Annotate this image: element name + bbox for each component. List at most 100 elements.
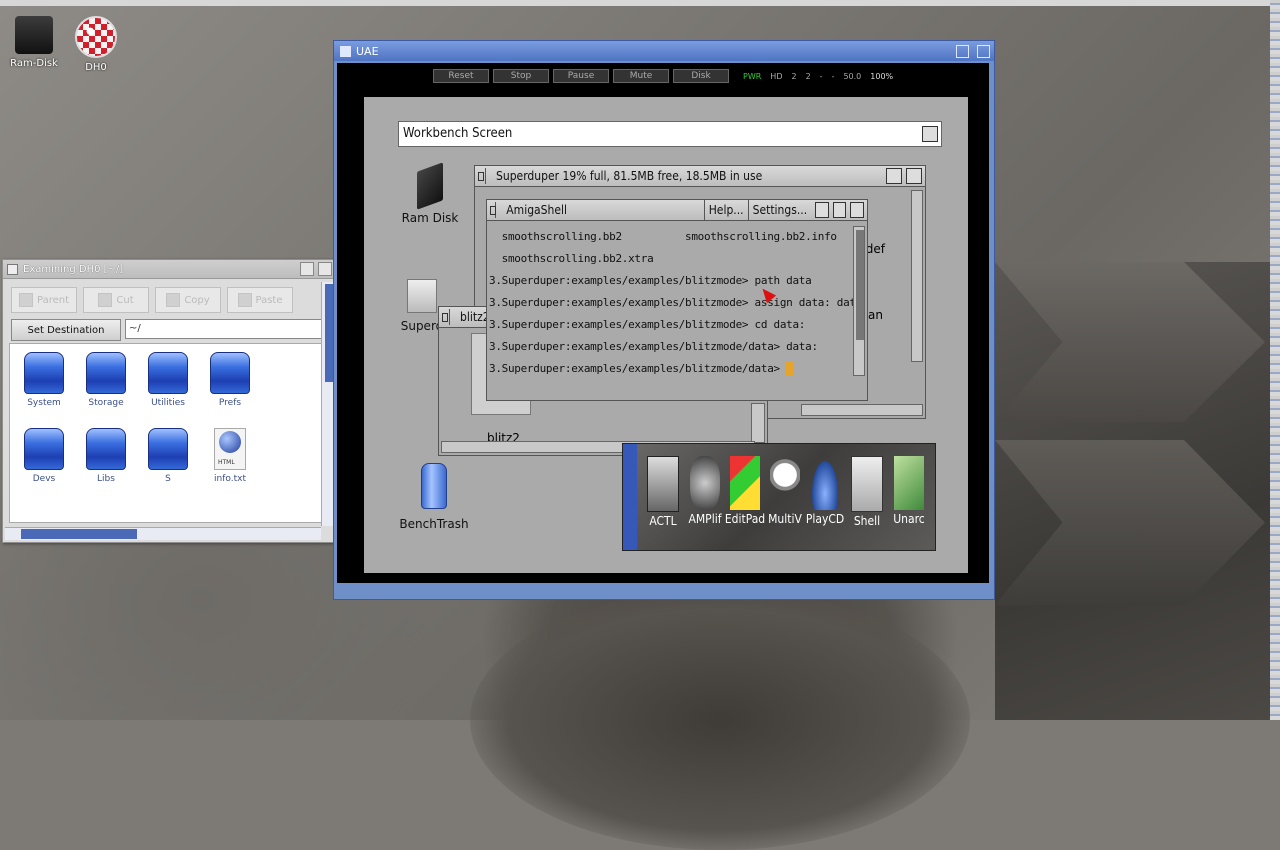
status-drive: 2	[791, 71, 797, 81]
close-icon[interactable]	[7, 263, 18, 275]
emulator-control-bar: Reset Stop Pause Mute Disk PWR HD 2 2 - …	[337, 63, 989, 89]
paste-button[interactable]: Paste	[227, 287, 293, 313]
icon-label[interactable]: an	[868, 308, 883, 322]
depth-icon[interactable]	[318, 262, 332, 276]
dock-item-shell[interactable]: Shell	[845, 456, 889, 528]
dock-item-amplifier[interactable]: AMPlif	[683, 456, 727, 526]
depth-icon[interactable]	[922, 126, 938, 142]
depth-icon[interactable]	[977, 44, 990, 58]
dock-item-editpad[interactable]: EditPad	[723, 456, 767, 526]
copy-button[interactable]: Copy	[155, 287, 221, 313]
depth-icon[interactable]	[850, 202, 864, 218]
dock-item-unarc[interactable]: Unarc	[887, 456, 931, 526]
file-item-system[interactable]: System	[18, 352, 70, 408]
shell-prompt-line: 3.Superduper:examples/examples/blitzmode…	[489, 358, 849, 380]
uae-title: UAE	[356, 44, 379, 58]
trash-icon	[421, 463, 447, 509]
depth-icon[interactable]	[906, 168, 922, 184]
emulator-status: PWR HD 2 2 - - 50.0 100%	[743, 72, 893, 81]
cd-icon	[810, 456, 840, 510]
wb-icon-label: Ram Disk	[401, 211, 459, 225]
parent-icon	[18, 293, 33, 307]
zoom-icon[interactable]	[956, 44, 969, 58]
drawer-icon	[24, 428, 64, 470]
vertical-scroll-thumb[interactable]	[856, 230, 864, 340]
close-icon[interactable]	[340, 45, 351, 57]
workbench-title-bar[interactable]: Workbench Screen	[398, 121, 942, 147]
mute-button[interactable]: Mute	[613, 69, 669, 83]
dock-handle[interactable]	[623, 444, 637, 550]
window-title: Superduper 19% full, 81.5MB free, 18.5MB…	[496, 169, 763, 183]
pause-button[interactable]: Pause	[553, 69, 609, 83]
text-cursor	[786, 362, 794, 376]
dock-item-actl[interactable]: ACTL	[641, 456, 685, 528]
disk-button[interactable]: Disk	[673, 69, 729, 83]
file-label: Storage	[88, 398, 124, 408]
pencil-icon	[730, 456, 760, 510]
file-item-s[interactable]: S	[142, 428, 194, 484]
paste-icon	[237, 293, 252, 307]
close-icon[interactable]	[439, 309, 450, 325]
dock-item-multiview[interactable]: MultiV	[763, 456, 807, 526]
drawer-icon	[210, 352, 250, 394]
help-menu[interactable]: Help...	[703, 200, 748, 220]
uae-window: UAE Reset Stop Pause Mute Disk PWR HD 2 …	[333, 40, 995, 600]
button-label: Paste	[255, 294, 283, 306]
stop-button[interactable]: Stop	[493, 69, 549, 83]
iconify-icon[interactable]	[815, 202, 829, 218]
dock-item-playcd[interactable]: PlayCD	[803, 456, 847, 526]
file-item-storage[interactable]: Storage	[80, 352, 132, 408]
file-item-devs[interactable]: Devs	[18, 428, 70, 484]
archive-icon	[894, 456, 924, 510]
file-toolbar: Parent Cut Copy Paste	[3, 279, 335, 313]
shell-output[interactable]: smoothscrolling.bb2 smoothscrolling.bb2.…	[489, 226, 862, 396]
window-titlebar[interactable]: Superduper 19% full, 81.5MB free, 18.5MB…	[475, 166, 925, 187]
dock-label: Shell	[853, 514, 881, 528]
window-titlebar[interactable]: Examining DH0 [~/]	[3, 260, 335, 279]
file-item-utilities[interactable]: Utilities	[142, 352, 194, 408]
file-label: info.txt	[214, 474, 246, 484]
top-bar	[0, 0, 1280, 6]
icon-label[interactable]: def	[866, 242, 885, 256]
zoom-icon[interactable]	[832, 202, 847, 218]
horizontal-scroll-thumb[interactable]	[21, 529, 137, 539]
file-label: System	[27, 398, 61, 408]
boing-ball-icon	[75, 16, 117, 58]
shell-line: 3.Superduper:examples/examples/blitzmode…	[489, 340, 818, 353]
vertical-scrollbar[interactable]	[751, 403, 765, 443]
wb-icon-ram-disk[interactable]: Ram Disk	[390, 162, 470, 225]
uae-titlebar[interactable]: UAE	[334, 41, 994, 61]
vertical-scroll-thumb[interactable]	[325, 284, 333, 382]
zoom-icon[interactable]	[886, 168, 902, 184]
file-item-prefs[interactable]: Prefs	[204, 352, 256, 408]
window-title: AmigaShell	[506, 203, 568, 217]
wb-icon-benchtrash[interactable]: BenchTrash	[394, 463, 474, 531]
parent-button[interactable]: Parent	[11, 287, 77, 313]
cut-button[interactable]: Cut	[83, 287, 149, 313]
settings-menu[interactable]: Settings...	[747, 200, 812, 220]
button-label: Copy	[184, 294, 210, 306]
speaker-icon	[690, 456, 720, 510]
horizontal-scrollbar[interactable]	[801, 404, 923, 416]
wb-icon-label: Superd	[400, 319, 444, 333]
set-destination-button[interactable]: Set Destination	[11, 319, 121, 341]
status-pwr: PWR	[743, 71, 762, 81]
zoom-icon[interactable]	[300, 262, 314, 276]
status-hd: HD	[770, 71, 783, 81]
window-titlebar[interactable]: AmigaShell Help... Settings...	[487, 200, 867, 221]
shell-prompt: 3.Superduper:examples/examples/blitzmode…	[489, 362, 787, 375]
desktop-icon-dh0[interactable]: DH0	[66, 16, 126, 73]
file-item-info-txt[interactable]: HTML info.txt	[204, 428, 256, 484]
file-item-libs[interactable]: Libs	[80, 428, 132, 484]
close-icon[interactable]	[475, 168, 486, 184]
drawer-icon	[148, 352, 188, 394]
wallpaper-disc	[470, 590, 970, 850]
destination-path-field[interactable]: ~/	[125, 319, 327, 339]
vertical-scrollbar[interactable]	[911, 190, 923, 362]
reset-button[interactable]: Reset	[433, 69, 489, 83]
status-drive: -	[831, 71, 835, 81]
close-icon[interactable]	[487, 202, 497, 218]
desktop-icon-ram-disk[interactable]: Ram-Disk	[4, 16, 64, 69]
emulator-screen: Reset Stop Pause Mute Disk PWR HD 2 2 - …	[337, 63, 989, 583]
wallpaper-stripes	[1270, 0, 1280, 720]
